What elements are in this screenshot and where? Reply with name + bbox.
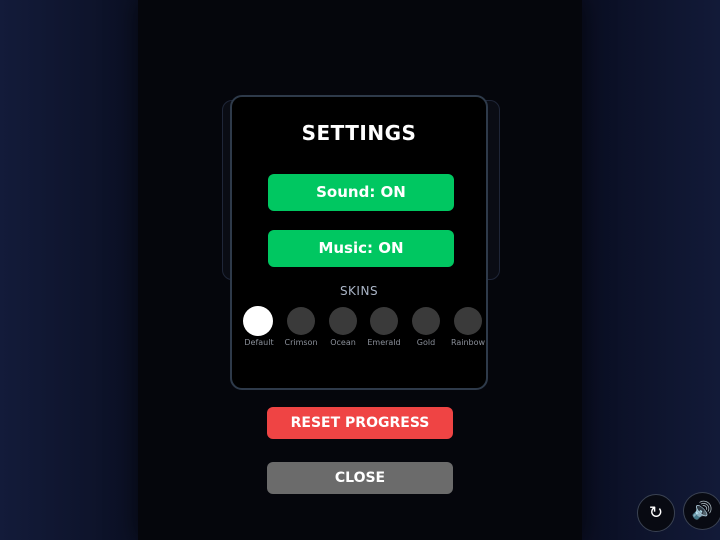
- left-backdrop: [0, 0, 138, 540]
- right-backdrop: [582, 0, 720, 540]
- skin-swatch[interactable]: [454, 307, 482, 335]
- game-screen: SETTINGS Sound: ON Music: ON SKINS Defau…: [0, 0, 720, 540]
- restart-icon: ↻: [648, 503, 664, 523]
- audio-button[interactable]: 🔊: [683, 492, 720, 530]
- skin-option-rainbow[interactable]: Rainbow: [447, 307, 489, 351]
- settings-dialog: SETTINGS Sound: ON Music: ON SKINS Defau…: [230, 95, 488, 390]
- skin-swatch[interactable]: [370, 307, 398, 335]
- close-button[interactable]: CLOSE: [267, 462, 453, 494]
- sound-toggle-button[interactable]: Sound: ON: [268, 174, 454, 211]
- skin-swatch[interactable]: [412, 307, 440, 335]
- skins-heading: SKINS: [339, 284, 379, 298]
- music-toggle-button[interactable]: Music: ON: [268, 230, 454, 267]
- speaker-icon: 🔊: [691, 501, 714, 521]
- skin-swatch[interactable]: [329, 307, 357, 335]
- skin-swatch[interactable]: [243, 306, 273, 336]
- reset-progress-button[interactable]: RESET PROGRESS: [267, 407, 453, 439]
- skin-label: Rainbow: [450, 338, 486, 347]
- skin-swatch[interactable]: [287, 307, 315, 335]
- settings-title: SETTINGS: [301, 121, 417, 145]
- skins-row: Default Crimson Ocean Emerald Gold Rainb…: [232, 306, 489, 351]
- restart-button[interactable]: ↻: [637, 494, 675, 532]
